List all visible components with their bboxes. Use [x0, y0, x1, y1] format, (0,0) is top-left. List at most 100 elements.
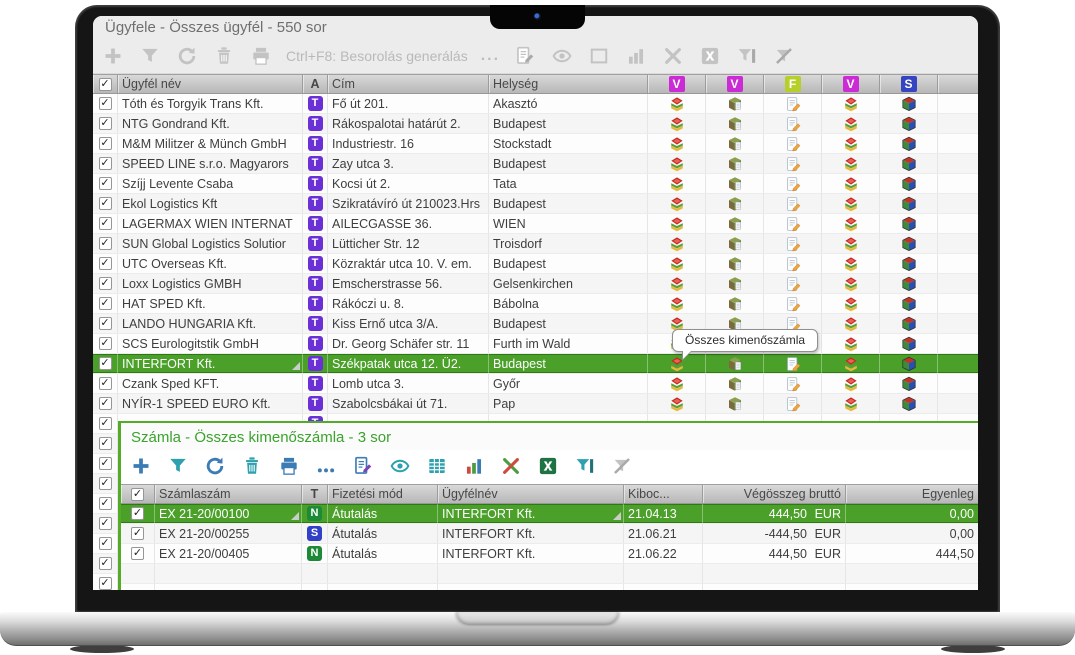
customer-checkbox-cell[interactable]: ✓: [93, 314, 118, 333]
customer-checkbox-cell[interactable]: ✓: [93, 434, 118, 453]
products-cube-icon[interactable]: [901, 356, 917, 372]
outgoing-invoice-icon[interactable]: [843, 176, 859, 192]
package-document-icon[interactable]: [727, 96, 743, 112]
note-edit-icon[interactable]: [785, 356, 801, 372]
row-checkbox[interactable]: ✓: [99, 177, 112, 190]
excel-icon[interactable]: [536, 454, 560, 478]
note-edit-icon[interactable]: [785, 236, 801, 252]
outgoing-invoice-icon[interactable]: [669, 156, 685, 172]
outgoing-invoice-icon[interactable]: [843, 116, 859, 132]
outgoing-invoice-icon[interactable]: [843, 396, 859, 412]
customer-checkbox-cell[interactable]: ✓: [93, 454, 118, 473]
outgoing-invoice-icon[interactable]: [669, 136, 685, 152]
customer-checkbox-cell[interactable]: ✓: [93, 134, 118, 153]
products-cube-icon[interactable]: [901, 196, 917, 212]
report-icon[interactable]: [351, 454, 375, 478]
customer-checkbox-cell[interactable]: ✓: [93, 174, 118, 193]
package-document-icon[interactable]: [727, 396, 743, 412]
package-document-icon[interactable]: [727, 196, 743, 212]
eye-icon[interactable]: [550, 44, 574, 68]
outgoing-invoice-icon[interactable]: [843, 316, 859, 332]
products-cube-icon[interactable]: [901, 336, 917, 352]
customer-checkbox-cell[interactable]: ✓: [93, 414, 118, 433]
plus-icon[interactable]: [129, 454, 153, 478]
outgoing-invoice-icon[interactable]: [669, 236, 685, 252]
customer-checkbox-cell[interactable]: ✓: [93, 394, 118, 413]
header-address[interactable]: Cím: [328, 75, 489, 93]
outgoing-invoice-icon[interactable]: [669, 116, 685, 132]
customer-row[interactable]: ✓SUN Global Logistics SolutiorTLütticher…: [93, 234, 978, 254]
inv-header-select-all[interactable]: ✓: [121, 485, 155, 503]
products-cube-icon[interactable]: [901, 316, 917, 332]
row-checkbox[interactable]: ✓: [99, 517, 112, 530]
outgoing-invoice-icon[interactable]: [843, 196, 859, 212]
customer-checkbox-cell[interactable]: ✓: [93, 154, 118, 173]
invoice-row[interactable]: ✓EX 21-20/00405NÁtutalásINTERFORT Kft.21…: [121, 544, 978, 564]
header-icon-col-v[interactable]: V: [648, 75, 706, 93]
outgoing-invoice-icon[interactable]: [669, 256, 685, 272]
customer-checkbox-cell[interactable]: ✓: [93, 214, 118, 233]
filter-bar-icon[interactable]: [735, 44, 759, 68]
print-icon[interactable]: [277, 454, 301, 478]
inv-header-issued[interactable]: Kiboc...: [624, 485, 703, 503]
tools-off-icon[interactable]: [499, 454, 523, 478]
outgoing-invoice-icon[interactable]: [843, 236, 859, 252]
customer-row[interactable]: ✓NTG Gondrand Kft.TRákospalotai határút …: [93, 114, 978, 134]
outgoing-invoice-icon[interactable]: [669, 96, 685, 112]
row-checkbox[interactable]: ✓: [99, 437, 112, 450]
invoice-row[interactable]: ✓EX 21-20/00100NÁtutalásINTERFORT Kft.21…: [121, 504, 978, 524]
inv-header-balance[interactable]: Egyenleg: [846, 485, 978, 503]
filter-icon[interactable]: [138, 44, 162, 68]
note-edit-icon[interactable]: [785, 396, 801, 412]
row-checkbox[interactable]: ✓: [99, 297, 112, 310]
row-checkbox[interactable]: ✓: [99, 157, 112, 170]
row-checkbox[interactable]: ✓: [99, 317, 112, 330]
row-checkbox[interactable]: ✓: [99, 397, 112, 410]
note-edit-icon[interactable]: [785, 156, 801, 172]
note-edit-icon[interactable]: [785, 116, 801, 132]
customer-row[interactable]: ✓SPEED LINE s.r.o. MagyarorsTZay utca 3.…: [93, 154, 978, 174]
customer-checkbox-cell[interactable]: ✓: [93, 334, 118, 353]
note-edit-icon[interactable]: [785, 196, 801, 212]
outgoing-invoice-icon[interactable]: [843, 136, 859, 152]
row-checkbox[interactable]: ✓: [99, 457, 112, 470]
print-icon[interactable]: [249, 44, 273, 68]
inv-header-gross[interactable]: Végösszeg bruttó: [703, 485, 846, 503]
customer-checkbox-cell[interactable]: ✓: [93, 254, 118, 273]
package-document-icon[interactable]: [727, 296, 743, 312]
products-cube-icon[interactable]: [901, 376, 917, 392]
plus-icon[interactable]: [101, 44, 125, 68]
customer-checkbox-cell[interactable]: ✓: [93, 194, 118, 213]
inv-header-number[interactable]: Számlaszám: [155, 485, 302, 503]
customer-checkbox-cell[interactable]: ✓: [93, 514, 118, 533]
customer-row[interactable]: ✓SCS Eurologitstik GmbHTDr. Georg Schäfe…: [93, 334, 978, 354]
inv-header-customer[interactable]: Ügyfélnév: [438, 485, 624, 503]
inv-header-method[interactable]: Fizetési mód: [328, 485, 438, 503]
note-edit-icon[interactable]: [785, 256, 801, 272]
header-icon-col-s[interactable]: S: [880, 75, 938, 93]
row-checkbox[interactable]: ✓: [99, 237, 112, 250]
customer-row[interactable]: ✓Czank Sped KFT.TLomb utca 3.Győr: [93, 374, 978, 394]
header-customer-name[interactable]: Ügyfél név: [118, 75, 303, 93]
row-checkbox[interactable]: ✓: [131, 488, 144, 501]
refresh-icon[interactable]: [203, 454, 227, 478]
row-checkbox[interactable]: ✓: [99, 357, 112, 370]
row-checkbox[interactable]: ✓: [99, 497, 112, 510]
products-cube-icon[interactable]: [901, 116, 917, 132]
inv-header-type[interactable]: T: [302, 485, 328, 503]
row-checkbox[interactable]: ✓: [99, 417, 112, 430]
products-cube-icon[interactable]: [901, 136, 917, 152]
header-select-all[interactable]: ✓: [93, 75, 118, 93]
products-cube-icon[interactable]: [901, 176, 917, 192]
refresh-icon[interactable]: [175, 44, 199, 68]
chart-icon[interactable]: [624, 44, 648, 68]
package-document-icon[interactable]: [727, 116, 743, 132]
dots-icon[interactable]: [314, 454, 338, 478]
row-checkbox[interactable]: ✓: [99, 557, 112, 570]
customer-checkbox-cell[interactable]: ✓: [93, 374, 118, 393]
products-cube-icon[interactable]: [901, 296, 917, 312]
note-edit-icon[interactable]: [785, 276, 801, 292]
report-icon[interactable]: [513, 44, 537, 68]
invoice-row[interactable]: ✓EX 21-20/00255SÁtutalásINTERFORT Kft.21…: [121, 524, 978, 544]
package-document-icon[interactable]: [727, 376, 743, 392]
